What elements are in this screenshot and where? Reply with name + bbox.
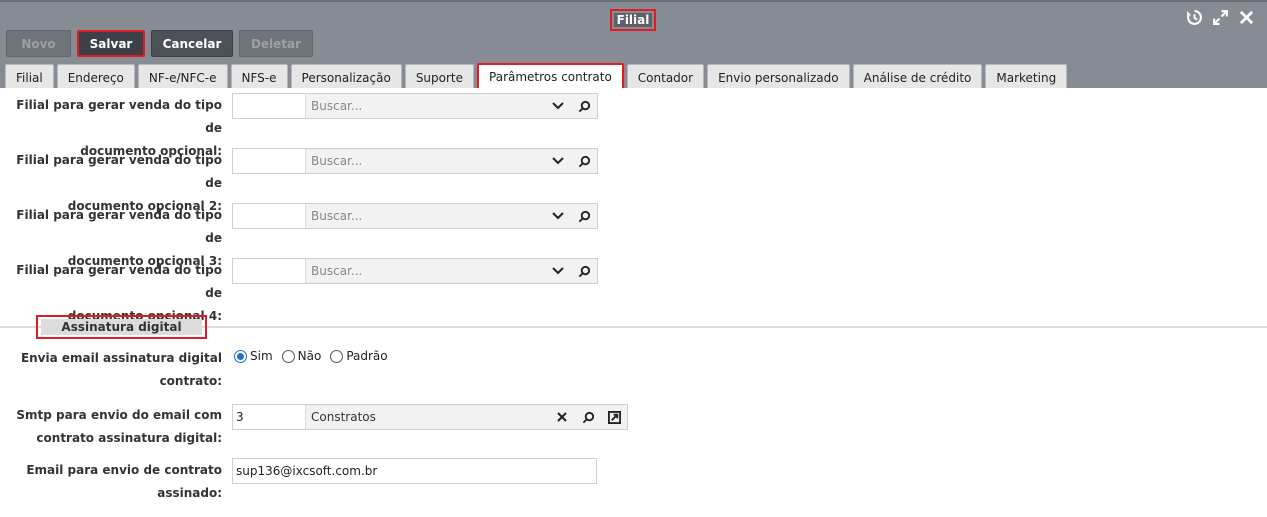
filial-venda-4-code-input[interactable]: [233, 259, 306, 283]
window-title: Filial: [613, 13, 653, 27]
filial-venda-4-lookup: Buscar...: [232, 258, 598, 284]
section-title: Assinatura digital: [41, 319, 202, 335]
close-icon[interactable]: [1237, 8, 1255, 26]
radio-nao-circle[interactable]: [281, 349, 295, 363]
cancelar-button[interactable]: Cancelar: [151, 30, 233, 57]
window-title-frame: Filial: [610, 9, 656, 31]
open-external-icon[interactable]: [601, 405, 627, 429]
maximize-icon[interactable]: [1211, 8, 1229, 26]
tab-analise-credito[interactable]: Análise de crédito: [852, 64, 983, 90]
tab-nfse[interactable]: NFS-e: [230, 64, 288, 90]
filial-venda-2-search-input[interactable]: Buscar...: [306, 149, 545, 173]
chevron-down-icon[interactable]: [545, 94, 571, 118]
tab-endereco[interactable]: Endereço: [56, 64, 135, 90]
tab-nfe-nfce[interactable]: NF-e/NFC-e: [137, 64, 228, 90]
filial-venda-2-code-input[interactable]: [233, 149, 306, 173]
novo-button[interactable]: Novo: [6, 30, 71, 57]
search-icon[interactable]: [571, 204, 597, 228]
salvar-button[interactable]: Salvar: [77, 30, 145, 57]
tab-envio-personalizado[interactable]: Envio personalizado: [707, 64, 850, 90]
history-icon[interactable]: [1185, 8, 1203, 26]
filial-venda-2-lookup: Buscar...: [232, 148, 598, 174]
form-content: Filial para gerar venda do tipo de docum…: [0, 88, 1267, 517]
smtp-code-input[interactable]: 3: [233, 405, 306, 429]
radio-padrao-circle[interactable]: [330, 349, 344, 363]
tab-marketing[interactable]: Marketing: [985, 64, 1068, 90]
radio-sim[interactable]: Sim: [234, 349, 273, 363]
clear-icon[interactable]: [549, 405, 575, 429]
filial-venda-3-lookup: Buscar...: [232, 203, 598, 229]
email-envio-input[interactable]: sup136@ixcsoft.com.br: [232, 458, 597, 484]
search-icon[interactable]: [575, 405, 601, 429]
section-assinatura-digital: Assinatura digital: [0, 315, 1267, 339]
window-controls: [1185, 8, 1255, 26]
email-assinatura-label: Envia email assinatura digital contrato:: [20, 351, 222, 388]
radio-nao[interactable]: Não: [281, 349, 321, 363]
filial-venda-1-code-input[interactable]: [233, 94, 306, 118]
section-title-frame: Assinatura digital: [36, 315, 207, 339]
email-envio-label: Email para envio de contrato assinado:: [26, 463, 222, 500]
tab-bar: Filial Endereço NF-e/NFC-e NFS-e Persona…: [5, 63, 1070, 91]
radio-padrao[interactable]: Padrão: [330, 349, 388, 363]
toolbar: Novo Salvar Cancelar Deletar: [6, 30, 319, 57]
search-icon[interactable]: [571, 149, 597, 173]
deletar-button[interactable]: Deletar: [239, 30, 313, 57]
search-icon[interactable]: [571, 94, 597, 118]
tab-suporte[interactable]: Suporte: [404, 64, 475, 90]
filial-venda-3-search-input[interactable]: Buscar...: [306, 204, 545, 228]
chevron-down-icon[interactable]: [545, 259, 571, 283]
search-icon[interactable]: [571, 259, 597, 283]
smtp-description: Constratos: [306, 405, 549, 429]
tab-parametros-contrato[interactable]: Parâmetros contrato: [477, 63, 624, 91]
window-header: Filial Novo Salvar Cancelar Deletar Fili…: [0, 0, 1267, 91]
filial-venda-3-code-input[interactable]: [233, 204, 306, 228]
smtp-label: Smtp para envio do email com contrato as…: [16, 408, 222, 445]
filial-venda-1-search-input[interactable]: Buscar...: [306, 94, 545, 118]
filial-venda-4-search-input[interactable]: Buscar...: [306, 259, 545, 283]
chevron-down-icon[interactable]: [545, 204, 571, 228]
tab-contador[interactable]: Contador: [626, 64, 705, 90]
smtp-lookup: 3 Constratos: [232, 404, 628, 430]
chevron-down-icon[interactable]: [545, 149, 571, 173]
tab-filial[interactable]: Filial: [5, 64, 54, 90]
email-assinatura-radio-group: Sim Não Padrão: [234, 349, 393, 363]
filial-venda-1-lookup: Buscar...: [232, 93, 598, 119]
tab-personalizacao[interactable]: Personalização: [290, 64, 402, 90]
radio-sim-circle[interactable]: [234, 349, 247, 363]
